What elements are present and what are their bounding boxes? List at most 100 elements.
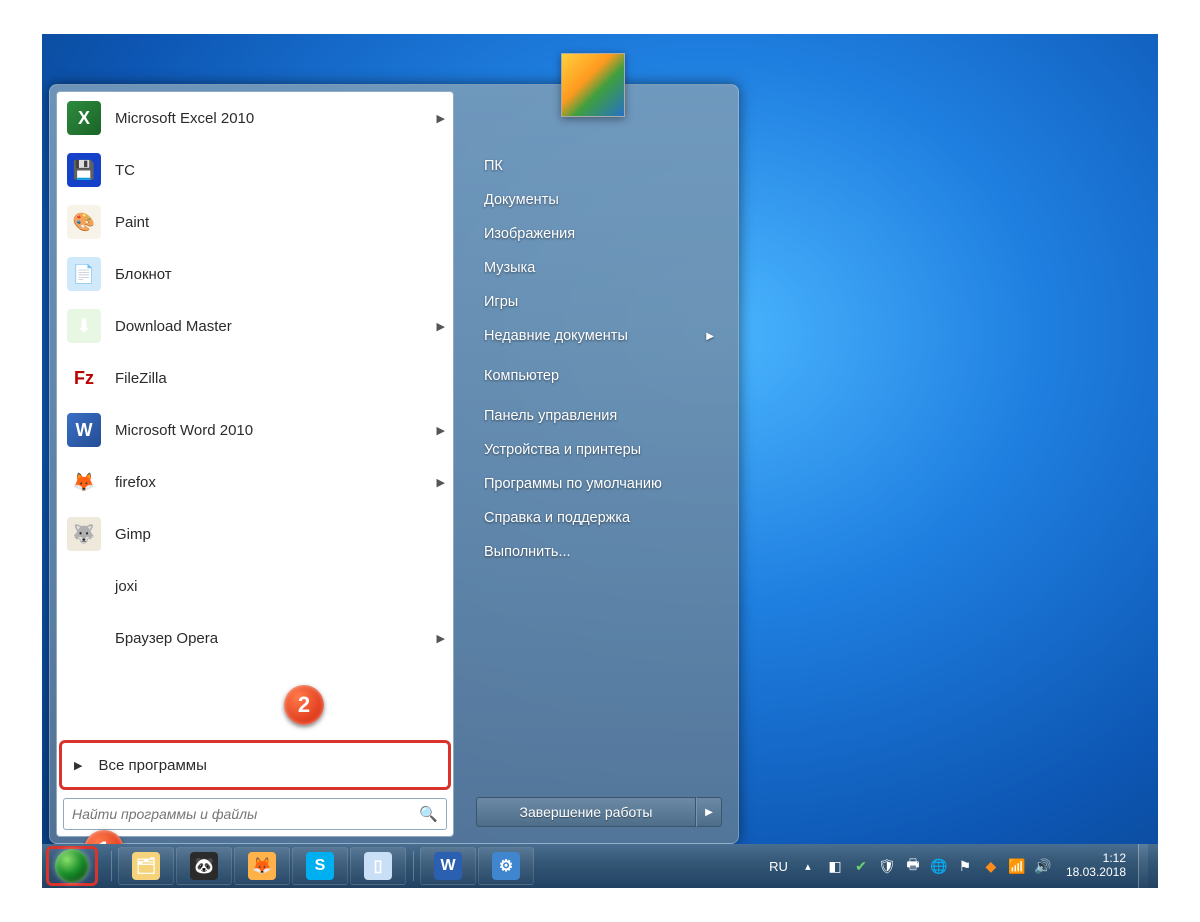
filezilla-icon: Fz [67, 361, 101, 395]
start-right-label: Устройства и принтеры [484, 442, 641, 458]
language-indicator[interactable]: RU [769, 859, 788, 874]
program-item-excel[interactable]: X Microsoft Excel 2010▶ [57, 92, 453, 144]
taskbar-slot[interactable]: ⚙ [478, 847, 534, 885]
volume-icon[interactable]: 🔊 [1034, 857, 1052, 875]
taskbar-slot[interactable]: ▯ [350, 847, 406, 885]
start-menu: XMicrosoft Excel 2010▶💾TC🎨Paint📄Блокнот⬇… [49, 84, 739, 844]
paint-icon: 🎨 [67, 205, 101, 239]
program-item-filezilla[interactable]: Fz FileZilla [57, 352, 453, 404]
tray-app2-icon[interactable]: ◆ [982, 857, 1000, 875]
start-right-item[interactable]: ПК [476, 149, 722, 183]
start-right-item[interactable]: Компьютер [476, 359, 722, 393]
chevron-right-icon: ▶ [437, 320, 445, 333]
taskbar-slot[interactable]: S [292, 847, 348, 885]
skype-icon: S [306, 852, 334, 880]
program-label: TC [115, 162, 445, 179]
desktop: XMicrosoft Excel 2010▶💾TC🎨Paint📄Блокнот⬇… [42, 34, 1158, 888]
program-item-opera[interactable]: OБраузер Opera▶ [57, 612, 453, 664]
start-right-item[interactable]: Музыка [476, 251, 722, 285]
excel-icon: X [67, 101, 101, 135]
start-button[interactable] [46, 846, 98, 886]
start-right-label: Недавние документы [484, 328, 628, 344]
taskbar-separator [408, 847, 418, 885]
taskbar-separator [106, 847, 116, 885]
network-icon[interactable]: 📶 [1008, 857, 1026, 875]
chevron-right-icon: ▶ [437, 112, 445, 125]
start-right-item[interactable]: Выполнить... [476, 535, 722, 569]
search-input[interactable] [72, 806, 419, 822]
start-right-label: Панель управления [484, 408, 617, 424]
viewport: XMicrosoft Excel 2010▶💾TC🎨Paint📄Блокнот⬇… [0, 0, 1200, 922]
program-label: Microsoft Excel 2010 [115, 110, 437, 127]
program-item-tc[interactable]: 💾 TC [57, 144, 453, 196]
start-right-label: Документы [484, 192, 559, 208]
program-item-paint[interactable]: 🎨 Paint [57, 196, 453, 248]
start-right-item[interactable]: Недавние документы▶ [476, 319, 722, 353]
chevron-right-icon: ▶ [437, 476, 445, 489]
opera-icon: O [67, 621, 101, 655]
notepad-icon: 📄 [67, 257, 101, 291]
start-right-label: Программы по умолчанию [484, 476, 662, 492]
tray-shield-icon[interactable]: 🛡 [878, 857, 896, 875]
system-tray: RU ▴ ◧ ✔ 🛡 🖶 🌐 ⚑ ◆ 📶 🔊 1:12 18.03.2018 [769, 844, 1154, 888]
program-label: Microsoft Word 2010 [115, 422, 437, 439]
clock-time: 1:12 [1066, 852, 1126, 866]
tray-globe-icon[interactable]: 🌐 [930, 857, 948, 875]
explorer-icon: 🗂 [132, 852, 160, 880]
tc-icon: 💾 [67, 153, 101, 187]
taskbar-slot[interactable]: 🐼 [176, 847, 232, 885]
clock-date: 18.03.2018 [1066, 866, 1126, 880]
start-right-label: Справка и поддержка [484, 510, 630, 526]
start-right-item[interactable]: Документы [476, 183, 722, 217]
program-item-gimp[interactable]: 🐺 Gimp [57, 508, 453, 560]
windows-logo-icon [55, 849, 89, 883]
program-item-word[interactable]: W Microsoft Word 2010▶ [57, 404, 453, 456]
program-item-firefox[interactable]: 🦊firefox▶ [57, 456, 453, 508]
program-item-notepad[interactable]: 📄Блокнот [57, 248, 453, 300]
tray-expand-button[interactable]: ▴ [798, 856, 818, 876]
start-right-item[interactable]: Устройства и принтеры [476, 433, 722, 467]
program-label: Gimp [115, 526, 445, 543]
start-right-item[interactable]: Панель управления [476, 399, 722, 433]
all-programs-button[interactable]: ▶ Все программы [59, 740, 451, 790]
app-icon: ▯ [364, 852, 392, 880]
gimp-icon: 🐺 [67, 517, 101, 551]
program-label: Download Master [115, 318, 437, 335]
callout-2: 2 [284, 685, 324, 725]
start-right-item[interactable]: Изображения [476, 217, 722, 251]
taskbar-slot[interactable]: W [420, 847, 476, 885]
start-right-item[interactable]: Справка и поддержка [476, 501, 722, 535]
chevron-right-icon: ▶ [74, 759, 82, 772]
start-right-label: Выполнить... [484, 544, 571, 560]
search-box[interactable]: 🔍 [63, 798, 447, 830]
tray-app-icon[interactable]: ◧ [826, 857, 844, 875]
chevron-right-icon: ▶ [437, 424, 445, 437]
program-label: FileZilla [115, 370, 445, 387]
start-menu-right: ПКДокументыИзображенияМузыкаИгрыНедавние… [454, 91, 732, 837]
shutdown-group: Завершение работы ▶ [476, 797, 722, 827]
firefox-taskbar-icon: 🦊 [248, 852, 276, 880]
program-item-dm[interactable]: ⬇Download Master▶ [57, 300, 453, 352]
word-icon: W [67, 413, 101, 447]
joxi-icon: ✂ [67, 569, 101, 603]
start-menu-left: XMicrosoft Excel 2010▶💾TC🎨Paint📄Блокнот⬇… [56, 91, 454, 837]
word-taskbar-icon: W [434, 852, 462, 880]
taskbar-slot[interactable]: 🗂 [118, 847, 174, 885]
tray-flag-icon[interactable]: ⚑ [956, 857, 974, 875]
all-programs-label: Все программы [98, 757, 206, 774]
shutdown-options-button[interactable]: ▶ [696, 797, 722, 827]
user-avatar[interactable] [561, 53, 625, 117]
start-right-item[interactable]: Игры [476, 285, 722, 319]
program-item-joxi[interactable]: ✂joxi [57, 560, 453, 612]
program-list: XMicrosoft Excel 2010▶💾TC🎨Paint📄Блокнот⬇… [57, 92, 453, 738]
start-right-label: ПК [484, 158, 503, 174]
start-right-item[interactable]: Программы по умолчанию [476, 467, 722, 501]
tray-printer-icon[interactable]: 🖶 [904, 857, 922, 875]
clock[interactable]: 1:12 18.03.2018 [1066, 852, 1126, 880]
show-desktop-button[interactable] [1138, 844, 1148, 888]
taskbar-slot[interactable]: 🦊 [234, 847, 290, 885]
shutdown-button[interactable]: Завершение работы [476, 797, 696, 827]
control-panel-icon: ⚙ [492, 852, 520, 880]
program-label: Paint [115, 214, 445, 231]
tray-check-icon[interactable]: ✔ [852, 857, 870, 875]
